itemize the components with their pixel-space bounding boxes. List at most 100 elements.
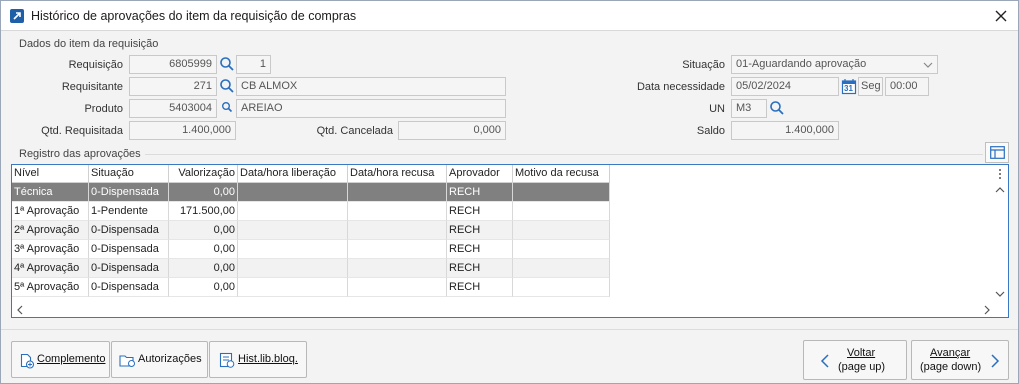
voltar-button[interactable]: Voltar (page up) — [803, 340, 907, 380]
table-row[interactable]: 3ª Aprovação 0-Dispensada 0,00 RECH — [12, 240, 610, 259]
col-data-recusa[interactable]: Data/hora recusa — [348, 165, 447, 183]
col-situacao[interactable]: Situação — [89, 165, 169, 183]
search-icon[interactable] — [219, 78, 235, 94]
requisitante-code-field[interactable]: 271 — [129, 77, 217, 96]
table-row[interactable]: 5ª Aprovação 0-Dispensada 0,00 RECH — [12, 278, 610, 297]
chevron-down-icon — [923, 56, 933, 73]
cell-recusa — [348, 278, 447, 297]
col-valorizacao[interactable]: Valorização — [169, 165, 238, 183]
cell-situacao: 0-Dispensada — [89, 278, 169, 297]
avancar-label: Avançar — [930, 347, 971, 359]
section-divider — [83, 154, 983, 155]
cell-nivel: 3ª Aprovação — [12, 240, 89, 259]
item-section-title: Dados do item da requisição — [19, 38, 159, 50]
qtd-requisitada-field: 1.400,000 — [129, 121, 236, 140]
app-icon — [10, 9, 24, 23]
cell-liberacao — [238, 240, 348, 259]
requisicao-field[interactable]: 6805999 — [129, 55, 217, 74]
produto-code-field[interactable]: 5403004 — [129, 99, 217, 118]
hist-lib-bloq-label: Hist.lib.bloq. — [238, 353, 298, 365]
cell-nivel: Técnica — [12, 183, 89, 202]
scroll-left-icon[interactable] — [15, 304, 25, 316]
requisitante-name-field[interactable]: CB ALMOX — [236, 77, 506, 96]
data-necessidade-label: Data necessidade — [636, 81, 725, 93]
dialog-window: Histórico de aprovações do item da requi… — [0, 0, 1019, 384]
layout-toggle-button[interactable] — [985, 142, 1009, 163]
title-bar: Histórico de aprovações do item da requi… — [1, 1, 1018, 31]
situacao-value: 01-Aguardando aprovação — [736, 58, 867, 70]
cell-liberacao — [238, 221, 348, 240]
cell-liberacao — [238, 278, 348, 297]
time-field[interactable]: 00:00 — [885, 77, 929, 96]
calendar-icon[interactable]: 31 — [841, 78, 857, 95]
saldo-field: 1.400,000 — [731, 121, 839, 140]
cell-aprovador: RECH — [447, 183, 513, 202]
cell-liberacao — [238, 183, 348, 202]
layout-icon — [990, 146, 1005, 159]
data-necessidade-field[interactable]: 05/02/2024 — [731, 77, 839, 96]
autorizacoes-label: Autorizações — [138, 353, 202, 365]
situacao-select[interactable]: 01-Aguardando aprovação — [731, 55, 938, 74]
saldo-label: Saldo — [696, 125, 725, 137]
cell-situacao: 0-Dispensada — [89, 259, 169, 278]
hist-lib-bloq-button[interactable]: Hist.lib.bloq. — [209, 341, 307, 378]
cell-aprovador: RECH — [447, 221, 513, 240]
cell-recusa — [348, 240, 447, 259]
weekday-field: Seg — [858, 77, 883, 96]
search-icon[interactable] — [221, 101, 233, 113]
approvals-section-title: Registro das aprovações — [19, 148, 145, 160]
table-row[interactable]: 4ª Aprovação 0-Dispensada 0,00 RECH — [12, 259, 610, 278]
history-icon — [219, 352, 235, 368]
cell-aprovador: RECH — [447, 240, 513, 259]
avancar-hint: (page down) — [920, 361, 982, 373]
cell-valorizacao: 0,00 — [169, 221, 238, 240]
voltar-hint: (page up) — [838, 361, 886, 373]
cell-aprovador: RECH — [447, 278, 513, 297]
footer-divider — [1, 329, 1018, 330]
document-add-icon — [20, 353, 35, 369]
column-menu-icon[interactable] — [995, 168, 1005, 180]
cell-valorizacao: 0,00 — [169, 259, 238, 278]
table-row[interactable]: 1ª Aprovação 1-Pendente 171.500,00 RECH — [12, 202, 610, 221]
requisicao-seq-field[interactable]: 1 — [236, 55, 271, 74]
cell-motivo — [513, 183, 610, 202]
voltar-label: Voltar — [847, 347, 876, 359]
cell-recusa — [348, 221, 447, 240]
col-nivel[interactable]: Nível — [12, 165, 89, 183]
produto-label: Produto — [84, 103, 123, 115]
cell-recusa — [348, 259, 447, 278]
qtd-cancelada-label: Qtd. Cancelada — [316, 125, 393, 137]
close-icon[interactable] — [992, 7, 1010, 25]
complemento-button[interactable]: Complemento — [11, 341, 110, 378]
cell-motivo — [513, 202, 610, 221]
approvals-grid[interactable]: Nível Situação Valorização Data/hora lib… — [11, 164, 1009, 318]
cell-valorizacao: 171.500,00 — [169, 202, 238, 221]
col-data-liberacao[interactable]: Data/hora liberação — [238, 165, 348, 183]
col-aprovador[interactable]: Aprovador — [447, 165, 513, 183]
col-motivo-recusa[interactable]: Motivo da recusa — [513, 165, 610, 183]
calendar-day: 31 — [844, 84, 853, 93]
avancar-button[interactable]: Avançar (page down) — [911, 340, 1009, 380]
cell-situacao: 0-Dispensada — [89, 221, 169, 240]
chevron-right-icon — [991, 354, 1000, 368]
table-row[interactable]: Técnica 0-Dispensada 0,00 RECH — [12, 183, 610, 202]
cell-valorizacao: 0,00 — [169, 278, 238, 297]
scroll-up-icon[interactable] — [994, 185, 1006, 195]
cell-motivo — [513, 278, 610, 297]
produto-name-field[interactable]: AREIAO — [236, 99, 506, 118]
folder-icon — [119, 355, 135, 367]
search-icon[interactable] — [769, 100, 785, 116]
table-row[interactable]: 2ª Aprovação 0-Dispensada 0,00 RECH — [12, 221, 610, 240]
scroll-down-icon[interactable] — [994, 289, 1006, 299]
cell-motivo — [513, 240, 610, 259]
cell-situacao: 0-Dispensada — [89, 240, 169, 259]
cell-valorizacao: 0,00 — [169, 183, 238, 202]
un-field[interactable]: M3 — [731, 99, 767, 118]
cell-motivo — [513, 259, 610, 278]
situacao-label: Situação — [682, 59, 725, 71]
cell-motivo — [513, 221, 610, 240]
search-icon[interactable] — [219, 56, 235, 72]
requisitante-label: Requisitante — [61, 81, 123, 93]
scroll-right-icon[interactable] — [982, 304, 992, 316]
autorizacoes-button[interactable]: Autorizações — [111, 341, 208, 378]
